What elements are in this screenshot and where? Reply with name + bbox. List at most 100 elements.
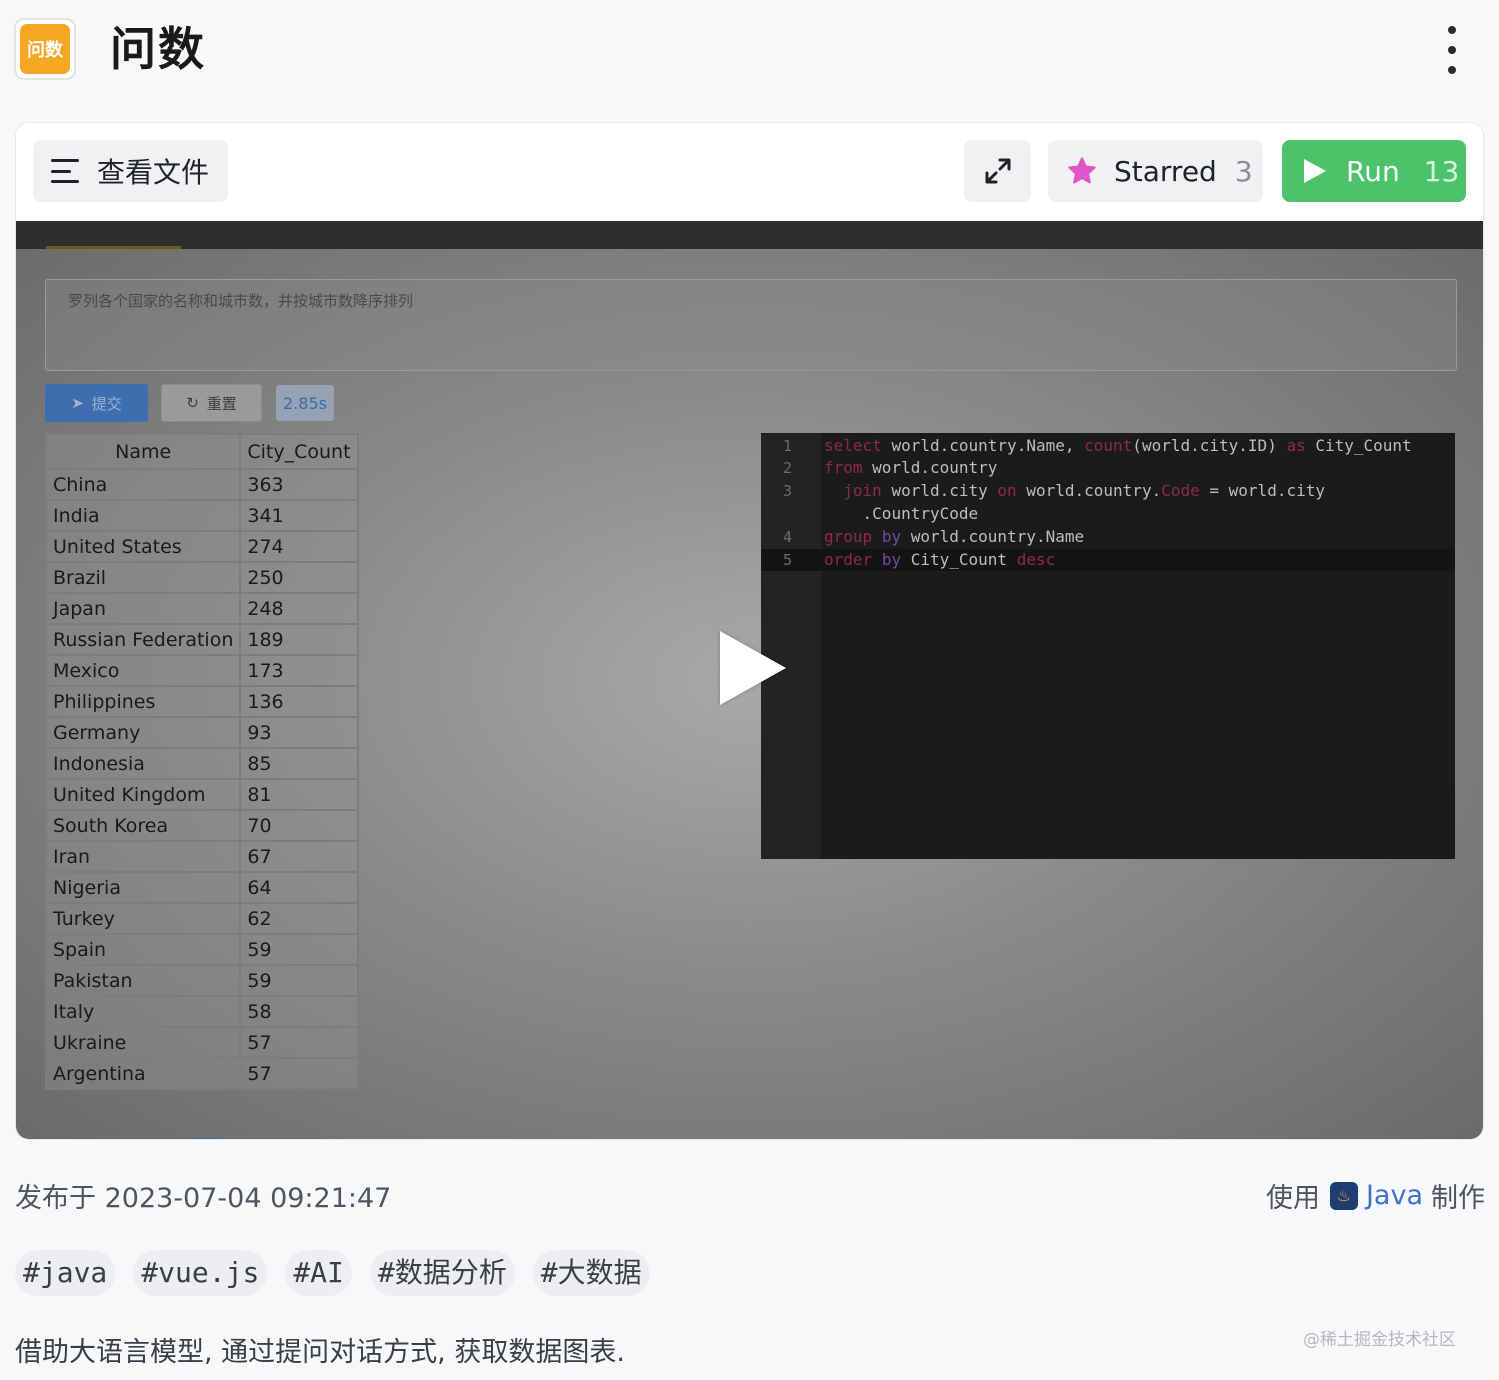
question-text: 罗列各个国家的名称和城市数，并按城市数降序排列 — [68, 292, 414, 310]
city-count-cell: 57 — [239, 1026, 359, 1059]
code-text: join world.city on world.country.Code = … — [843, 481, 1325, 500]
country-name-cell: United States — [44, 530, 242, 563]
view-files-label: 查看文件 — [97, 156, 210, 189]
table-row: Spain 59 — [44, 933, 359, 966]
tag-data-analysis[interactable]: #数据分析 — [369, 1250, 515, 1296]
country-name-cell: Argentina — [44, 1057, 242, 1090]
result-table: Name City_Count China 363 India 341 United S… — [44, 433, 359, 1090]
city-count-cell: 136 — [239, 685, 359, 718]
line-number: 3 — [783, 482, 793, 500]
code-text: select world.country.Name, count(world.c… — [824, 436, 1412, 455]
table-row: United States 274 — [44, 530, 359, 563]
table-row: United Kingdom 81 — [44, 778, 359, 811]
tag-java[interactable]: #java — [15, 1250, 116, 1296]
tag-ai[interactable]: #AI — [285, 1250, 352, 1296]
country-name-cell: Indonesia — [44, 747, 242, 780]
table-row: Russian Federation 189 — [44, 623, 359, 656]
table-row: Turkey 62 — [44, 902, 359, 935]
app-logo: 问数 — [14, 18, 76, 80]
country-name-cell: Turkey — [44, 902, 242, 935]
expand-button[interactable] — [964, 140, 1031, 202]
question-textarea: 罗列各个国家的名称和城市数，并按城市数降序排列 — [45, 279, 1457, 371]
city-count-cell: 58 — [239, 995, 359, 1028]
starred-button[interactable]: Starred 3 — [1048, 140, 1263, 202]
tag-big-data[interactable]: #大数据 — [532, 1250, 650, 1296]
city-count-cell: 64 — [239, 871, 359, 904]
country-name-cell: Philippines — [44, 685, 242, 718]
country-name-cell: India — [44, 499, 242, 532]
code-text: order by City_Count desc — [824, 550, 1056, 569]
play-icon[interactable] — [720, 631, 786, 705]
starred-label: Starred — [1114, 154, 1217, 188]
country-name-cell: Mexico — [44, 654, 242, 687]
country-name-cell: Pakistan — [44, 964, 242, 997]
video-progress — [192, 1138, 222, 1139]
city-count-cell: 70 — [239, 809, 359, 842]
city-count-cell: 57 — [239, 1057, 359, 1090]
made-prefix: 使用 — [1265, 1183, 1320, 1214]
country-name-cell: Iran — [44, 840, 242, 873]
menu-icon — [51, 159, 79, 183]
view-files-button[interactable]: 查看文件 — [33, 140, 228, 202]
table-row: India 341 — [44, 499, 359, 532]
kebab-menu-icon[interactable] — [1438, 26, 1466, 74]
country-name-cell: South Korea — [44, 809, 242, 842]
country-name-cell: Spain — [44, 933, 242, 966]
city-count-cell: 59 — [239, 964, 359, 997]
publish-date: 发布于 2023-07-04 09:21:47 — [15, 1183, 392, 1214]
table-header: City_Count — [239, 433, 359, 470]
tag-list: #java #vue.js #AI #数据分析 #大数据 — [15, 1250, 668, 1296]
table-row: Ukraine 57 — [44, 1026, 359, 1059]
starred-count: 3 — [1234, 154, 1253, 188]
table-header: Name — [44, 433, 242, 470]
submit-label: 提交 — [91, 394, 122, 413]
video-topbar — [16, 221, 1483, 249]
send-icon: ➤ — [71, 394, 84, 412]
made-suffix: 制作 — [1431, 1183, 1485, 1214]
table-row: China 363 — [44, 468, 359, 501]
city-count-cell: 250 — [239, 561, 359, 594]
card-toolbar: 查看文件 Starred 3 Run 13 — [16, 123, 1483, 222]
table-row: Indonesia 85 — [44, 747, 359, 780]
table-row: Germany 93 — [44, 716, 359, 749]
watermark: @稀土掘金技术社区 — [1303, 1330, 1456, 1350]
table-row: Italy 58 — [44, 995, 359, 1028]
city-count-cell: 189 — [239, 623, 359, 656]
table-row: Iran 67 — [44, 840, 359, 873]
run-button[interactable]: Run 13 — [1282, 140, 1466, 202]
page-title: 问数 — [110, 22, 206, 76]
refresh-icon: ↻ — [186, 394, 199, 412]
code-text: group by world.country.Name — [824, 527, 1085, 546]
table-row: Nigeria 64 — [44, 871, 359, 904]
city-count-cell: 67 — [239, 840, 359, 873]
country-name-cell: Brazil — [44, 561, 242, 594]
video-preview[interactable]: 罗列各个国家的名称和城市数，并按城市数降序排列 ➤ 提交 ↻ 重置 2.85s … — [16, 221, 1483, 1139]
city-count-cell: 59 — [239, 933, 359, 966]
table-row: Argentina 57 — [44, 1057, 359, 1090]
city-count-cell: 248 — [239, 592, 359, 625]
country-name-cell: Italy — [44, 995, 242, 1028]
country-name-cell: Japan — [44, 592, 242, 625]
language-link[interactable]: Java — [1366, 1180, 1423, 1211]
submit-button: ➤ 提交 — [45, 384, 148, 422]
table-row: Philippines 136 — [44, 685, 359, 718]
code-text: from world.country — [824, 458, 998, 477]
city-count-cell: 363 — [239, 468, 359, 501]
tag-vuejs[interactable]: #vue.js — [133, 1250, 268, 1296]
code-line: 2 from world.country — [761, 457, 1455, 479]
country-name-cell: Germany — [44, 716, 242, 749]
code-text: .CountryCode — [824, 504, 979, 523]
code-line: 4 group by world.country.Name — [761, 526, 1455, 548]
elapsed-badge: 2.85s — [276, 385, 334, 421]
city-count-cell: 85 — [239, 747, 359, 780]
run-count: 13 — [1423, 154, 1460, 188]
city-count-cell: 341 — [239, 499, 359, 532]
city-count-cell: 173 — [239, 654, 359, 687]
project-card: 查看文件 Starred 3 Run 13 罗列各个国家的名称和城市数，并按城市… — [15, 122, 1484, 1140]
table-row: South Korea 70 — [44, 809, 359, 842]
code-line: 5 order by City_Count desc — [761, 549, 1455, 571]
app-header: 问数 问数 — [0, 0, 1499, 100]
country-name-cell: China — [44, 468, 242, 501]
country-name-cell: Nigeria — [44, 871, 242, 904]
line-number: 2 — [783, 459, 793, 477]
